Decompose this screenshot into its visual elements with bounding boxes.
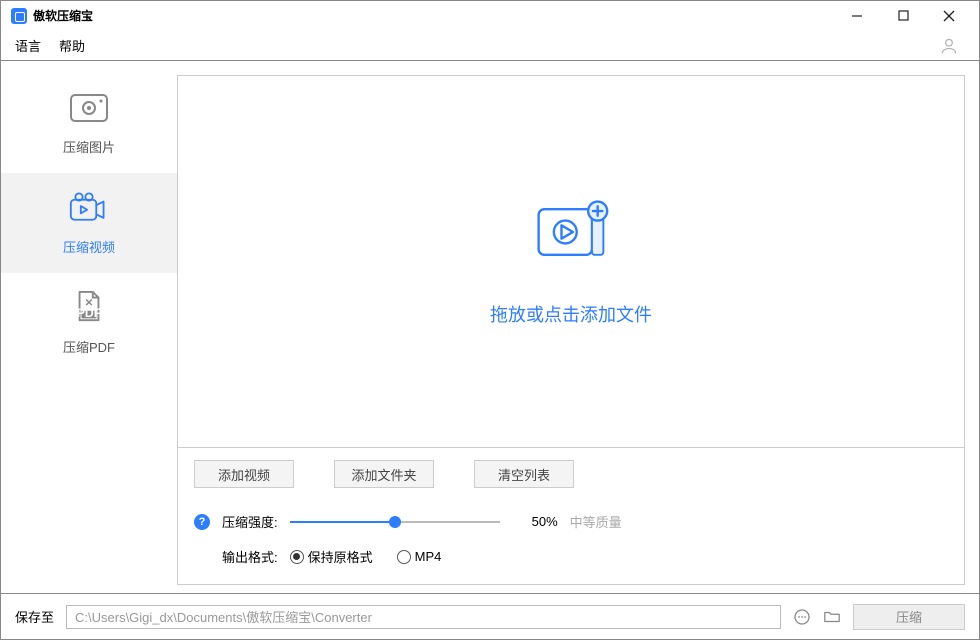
sidebar-item-label: 压缩图片	[63, 137, 115, 156]
radio-keep-original-label: 保持原格式	[308, 547, 373, 566]
compress-strength-row: ? 压缩强度: 50% 中等质量	[194, 512, 948, 531]
sidebar-item-label: 压缩PDF	[63, 337, 115, 356]
ellipsis-icon	[793, 608, 811, 626]
folder-icon	[823, 608, 841, 626]
compress-strength-label: 压缩强度:	[222, 512, 278, 531]
add-video-button[interactable]: 添加视频	[194, 460, 294, 488]
sidebar-item-compress-pdf[interactable]: PDF 压缩PDF	[1, 273, 177, 373]
app-window: 傲软压缩宝 语言 帮助	[0, 0, 980, 640]
save-path-value: C:\Users\Gigi_dx\Documents\傲软压缩宝\Convert…	[75, 607, 372, 626]
main-panel: 拖放或点击添加文件 添加视频 添加文件夹 清空列表 ? 压缩强度: 50	[177, 61, 979, 593]
radio-keep-original[interactable]: 保持原格式	[290, 547, 373, 566]
settings-panel: 添加视频 添加文件夹 清空列表 ? 压缩强度: 50% 中等质量	[177, 448, 965, 585]
save-path-input[interactable]: C:\Users\Gigi_dx\Documents\傲软压缩宝\Convert…	[66, 605, 781, 629]
sidebar: 压缩图片 压缩视频	[1, 61, 177, 593]
app-icon	[11, 8, 27, 24]
svg-text:PDF: PDF	[77, 306, 102, 320]
sidebar-item-compress-video[interactable]: 压缩视频	[1, 173, 177, 273]
maximize-button[interactable]	[881, 2, 925, 30]
body: 压缩图片 压缩视频	[1, 61, 979, 593]
drop-area-text: 拖放或点击添加文件	[490, 301, 652, 327]
user-icon[interactable]	[939, 36, 959, 56]
video-icon	[69, 190, 109, 227]
radio-mp4[interactable]: MP4	[397, 549, 442, 564]
menu-language[interactable]: 语言	[15, 36, 41, 55]
radio-dot-icon	[290, 550, 304, 564]
compress-strength-value: 50%	[532, 514, 558, 529]
help-icon[interactable]: ?	[194, 514, 210, 530]
save-to-label: 保存至	[15, 607, 54, 626]
output-format-row: 输出格式: 保持原格式 MP4	[222, 547, 948, 566]
browse-folder-button[interactable]	[823, 608, 841, 626]
clear-list-button[interactable]: 清空列表	[474, 460, 574, 488]
pdf-icon: PDF	[69, 290, 109, 327]
output-format-label: 输出格式:	[222, 547, 278, 566]
compress-quality-hint: 中等质量	[570, 512, 622, 531]
compress-button[interactable]: 压缩	[853, 604, 965, 630]
more-options-button[interactable]	[793, 608, 811, 626]
add-folder-button[interactable]: 添加文件夹	[334, 460, 434, 488]
camera-icon	[69, 90, 109, 127]
minimize-icon	[851, 10, 863, 22]
menubar: 语言 帮助	[1, 31, 979, 61]
titlebar: 傲软压缩宝	[1, 1, 979, 31]
maximize-icon	[898, 10, 909, 21]
person-icon	[939, 36, 959, 56]
footer: 保存至 C:\Users\Gigi_dx\Documents\傲软压缩宝\Con…	[1, 593, 979, 639]
radio-dot-icon	[397, 550, 411, 564]
radio-mp4-label: MP4	[415, 549, 442, 564]
file-drop-area[interactable]: 拖放或点击添加文件	[177, 75, 965, 448]
sidebar-item-compress-image[interactable]: 压缩图片	[1, 73, 177, 173]
sidebar-item-label: 压缩视频	[63, 237, 115, 256]
close-button[interactable]	[927, 2, 971, 30]
minimize-button[interactable]	[835, 2, 879, 30]
compress-strength-slider[interactable]	[290, 514, 500, 530]
add-file-icon	[531, 196, 611, 271]
app-title: 傲软压缩宝	[33, 7, 93, 24]
menu-help[interactable]: 帮助	[59, 36, 85, 55]
close-icon	[943, 10, 955, 22]
